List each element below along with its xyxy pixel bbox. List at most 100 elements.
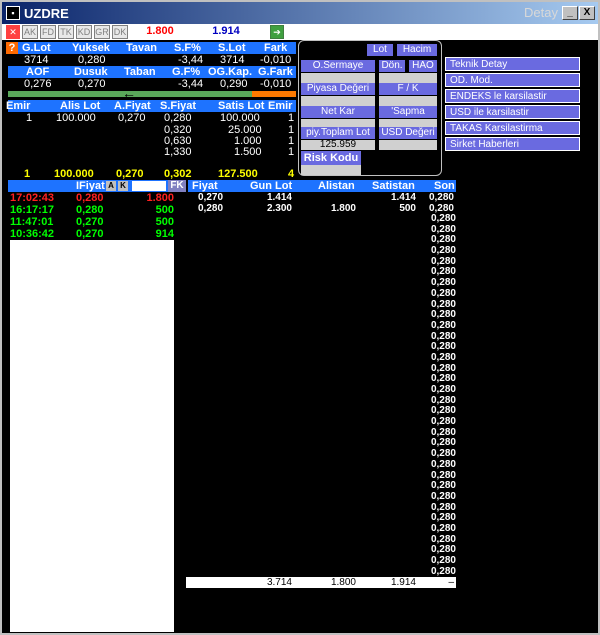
trade-lot: 500	[155, 204, 174, 216]
gr-button[interactable]: GR	[94, 25, 110, 39]
endeks-compare-button[interactable]: ENDEKS le karsilastir	[445, 89, 580, 103]
aof-value: 0,276	[24, 78, 52, 90]
trade-price: 0,280	[76, 192, 104, 204]
cell: 1	[26, 112, 33, 124]
bottom-area	[174, 588, 598, 633]
aof-header: AOF	[26, 66, 50, 78]
dk-button[interactable]: DK	[112, 25, 128, 39]
slot-value: 3714	[220, 54, 245, 66]
summary-header-1: ? G.Lot Yuksek Tavan S.F% S.Lot Fark	[6, 42, 296, 54]
gfark-header: G.Fark	[258, 66, 293, 78]
hao-value	[379, 73, 437, 83]
sell-total-value: 1.800	[146, 25, 174, 37]
cell: 2.300	[266, 203, 292, 214]
go-arrow-icon[interactable]: ➔	[270, 25, 284, 39]
fd-button[interactable]: FD	[40, 25, 56, 39]
sapma-button[interactable]: 'Sapma	[379, 106, 437, 118]
fark-value: -0,010	[260, 54, 292, 66]
orderbook-header: Emir Alis Lot A.Fiyat S.Fiyat Satis Lot …	[6, 100, 296, 112]
ak-button[interactable]: AK	[22, 25, 38, 39]
cell: 0,280	[164, 112, 192, 124]
yuksek-header: Yuksek	[72, 42, 110, 54]
orange-indicator	[252, 91, 296, 97]
minimize-button[interactable]: _	[562, 6, 578, 20]
trade-lot: 914	[155, 228, 174, 240]
gfark-value: -0,010	[260, 78, 292, 90]
cell: 0,270	[118, 112, 146, 124]
orderbook-row: 1 100.000 0,270 0,280 100.000 1	[8, 112, 296, 124]
cell: 100.000	[56, 112, 96, 124]
risk-kodu-button[interactable]: Risk Kodu	[301, 151, 361, 165]
trade-time: 10:36:42	[10, 228, 55, 240]
piy-toplam-lot-value: 125.959	[301, 140, 375, 150]
son-value: 0,280	[430, 458, 456, 470]
app-icon[interactable]: ▪	[6, 6, 20, 20]
cell: 1.500	[234, 146, 262, 158]
depth-totals: 3.714 1.800 1.914 –	[186, 577, 456, 588]
glot-header: G.Lot	[22, 42, 51, 54]
son-header[interactable]: Son	[434, 180, 455, 192]
trade-price: 0,270	[76, 228, 104, 240]
a-filter-button[interactable]: A	[106, 181, 116, 191]
hao-button[interactable]: HAO	[409, 60, 437, 72]
cell: 1	[288, 112, 295, 124]
trades-filter-input[interactable]	[132, 181, 166, 191]
close-icon[interactable]: ✕	[6, 25, 20, 39]
satistan-header[interactable]: Satistan	[372, 180, 415, 192]
net-kar-button[interactable]: Net Kar	[301, 106, 375, 118]
cell: 1	[24, 168, 31, 180]
donem-button[interactable]: Dön.	[379, 60, 405, 72]
alis-lot-header: Alis Lot	[60, 100, 101, 112]
usd-degeri-button[interactable]: USD Değeri	[379, 127, 437, 139]
sirket-haberleri-button[interactable]: Sirket Haberleri	[445, 137, 580, 151]
taban-header: Taban	[124, 66, 156, 78]
piyasa-degeri-button[interactable]: Piyasa Değeri	[301, 83, 375, 95]
left-arrow-icon[interactable]: ←	[122, 85, 136, 101]
trade-price: 0,270	[76, 216, 104, 228]
od-mod-button[interactable]: OD. Mod.	[445, 73, 580, 87]
gun-lot-header[interactable]: Gun Lot	[250, 180, 292, 192]
emir-sell-header: Emir	[268, 100, 293, 112]
cell: 1	[288, 146, 295, 158]
o-sermaye-button[interactable]: O.Sermaye	[301, 60, 375, 72]
close-button[interactable]: X	[579, 6, 595, 20]
trade-row: 10:36:42 0,270 914	[8, 228, 176, 240]
trade-price: 0,280	[76, 204, 104, 216]
fk-value	[379, 96, 437, 106]
window-title: UZDRE	[24, 5, 69, 21]
k-filter-button[interactable]: K	[118, 181, 128, 191]
hacim-button[interactable]: Hacim	[397, 44, 437, 56]
ifiyat-header: IFiyat	[76, 180, 105, 192]
trade-row: 17:02:43 0,280 1.800	[8, 192, 176, 204]
cell: 1.800	[330, 203, 356, 214]
cell: 127.500	[218, 168, 258, 180]
trade-row: 16:17:17 0,280 500	[8, 204, 176, 216]
satis-lot-header: Satis Lot	[218, 100, 265, 112]
trade-time: 16:17:17	[10, 204, 55, 216]
trades-list[interactable]	[10, 192, 174, 632]
fiyat-header[interactable]: Fiyat	[192, 180, 218, 192]
dusuk-header: Dusuk	[74, 66, 108, 78]
cell: 0,280	[198, 203, 224, 214]
lot-button[interactable]: Lot	[367, 44, 393, 56]
kd-button[interactable]: KD	[76, 25, 92, 39]
son-value: 0,280	[430, 319, 456, 331]
fk-filter-button[interactable]: FK	[168, 180, 186, 192]
main-window: ▪ UZDRE Detay _ X ✕ AK FD TK KD GR DK 1.…	[0, 0, 600, 635]
fk-button[interactable]: F / K	[379, 83, 437, 95]
help-icon[interactable]: ?	[6, 42, 18, 54]
cell: 1,330	[164, 146, 192, 158]
trade-time: 11:47:01	[10, 216, 54, 228]
takas-compare-button[interactable]: TAKAS Karsilastirma	[445, 121, 580, 135]
tk-button[interactable]: TK	[58, 25, 74, 39]
alistan-header[interactable]: Alistan	[318, 180, 355, 192]
teknik-detay-button[interactable]: Teknik Detay	[445, 57, 580, 71]
summary-values-2: 0,276 0,270 -3,44 0,290 -0,010	[8, 78, 296, 90]
detail-label: Detay	[524, 5, 558, 20]
usd-compare-button[interactable]: USD ile karsilastir	[445, 105, 580, 119]
orderbook-totals: 1 100.000 0,270 0,302 127.500 4	[8, 168, 296, 180]
ogkap-value: 0,290	[220, 78, 248, 90]
piy-toplam-lot-button[interactable]: piy.Toplam Lot	[301, 127, 375, 139]
depth-row: 0,280 2.300 1.800 500 0,280	[188, 203, 456, 215]
summary-header-2: AOF Dusuk Taban G.F% OG.Kap. G.Fark	[8, 66, 296, 78]
